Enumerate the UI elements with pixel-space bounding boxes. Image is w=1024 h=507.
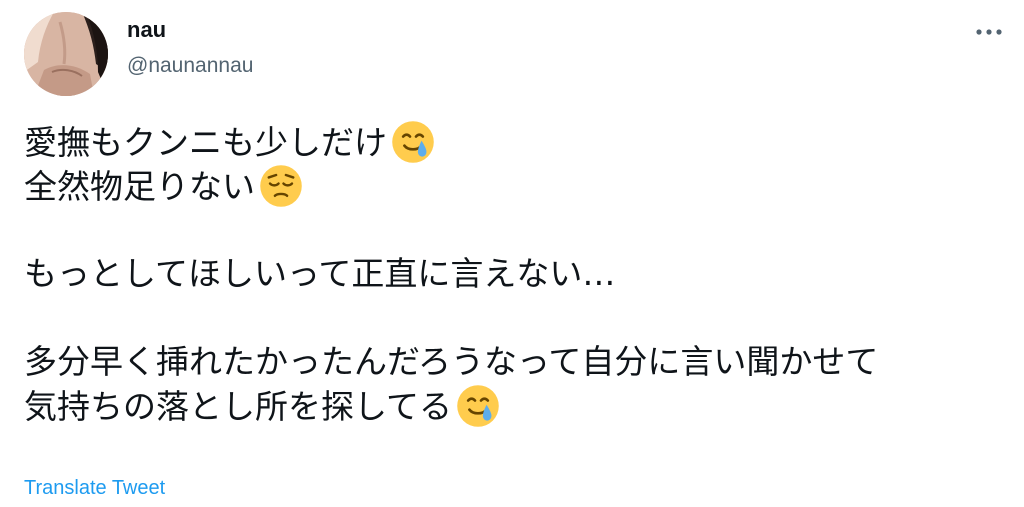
tweet-line-4-text: もっとしてほしいって正直に言えない…	[24, 254, 616, 293]
avatar-photo	[24, 12, 108, 96]
more-options-button[interactable]	[972, 18, 1006, 46]
smiling-face-with-tear-icon	[456, 384, 500, 428]
author-info: nau @naunannau	[127, 16, 253, 80]
tweet-line-6: 多分早く挿れたかったんだろうなって自分に言い聞かせて	[24, 340, 1004, 384]
tweet-line-7-text: 気持ちの落とし所を探してる	[24, 387, 453, 426]
tweet-line-2: 全然物足りない	[24, 164, 1004, 208]
avatar[interactable]	[24, 12, 108, 96]
tweet-line-2-text: 全然物足りない	[24, 167, 255, 206]
translate-tweet-link[interactable]: Translate Tweet	[24, 475, 165, 501]
tweet-line-4: もっとしてほしいって正直に言えない…	[24, 252, 1004, 296]
display-name[interactable]: nau	[127, 16, 253, 44]
tweet-line-1-text: 愛撫もクンニも少しだけ	[24, 123, 387, 162]
tweet-line-7: 気持ちの落とし所を探してる	[24, 384, 1004, 428]
tweet-line-1: 愛撫もクンニも少しだけ	[24, 120, 1004, 164]
tweet-text: 愛撫もクンニも少しだけ 全然物足りない もっとしてほしいって正直に言えない… 多…	[24, 120, 1004, 428]
smiling-face-with-tear-icon	[391, 120, 435, 164]
tweet-card: nau @naunannau 愛撫もクンニも少しだけ 全然物足りない もっとして…	[0, 0, 1024, 507]
more-horizontal-icon	[976, 29, 1002, 35]
tweet-line-6-text: 多分早く挿れたかったんだろうなって自分に言い聞かせて	[24, 342, 879, 381]
pensive-face-icon	[259, 164, 303, 208]
user-handle[interactable]: @naunannau	[127, 52, 253, 80]
